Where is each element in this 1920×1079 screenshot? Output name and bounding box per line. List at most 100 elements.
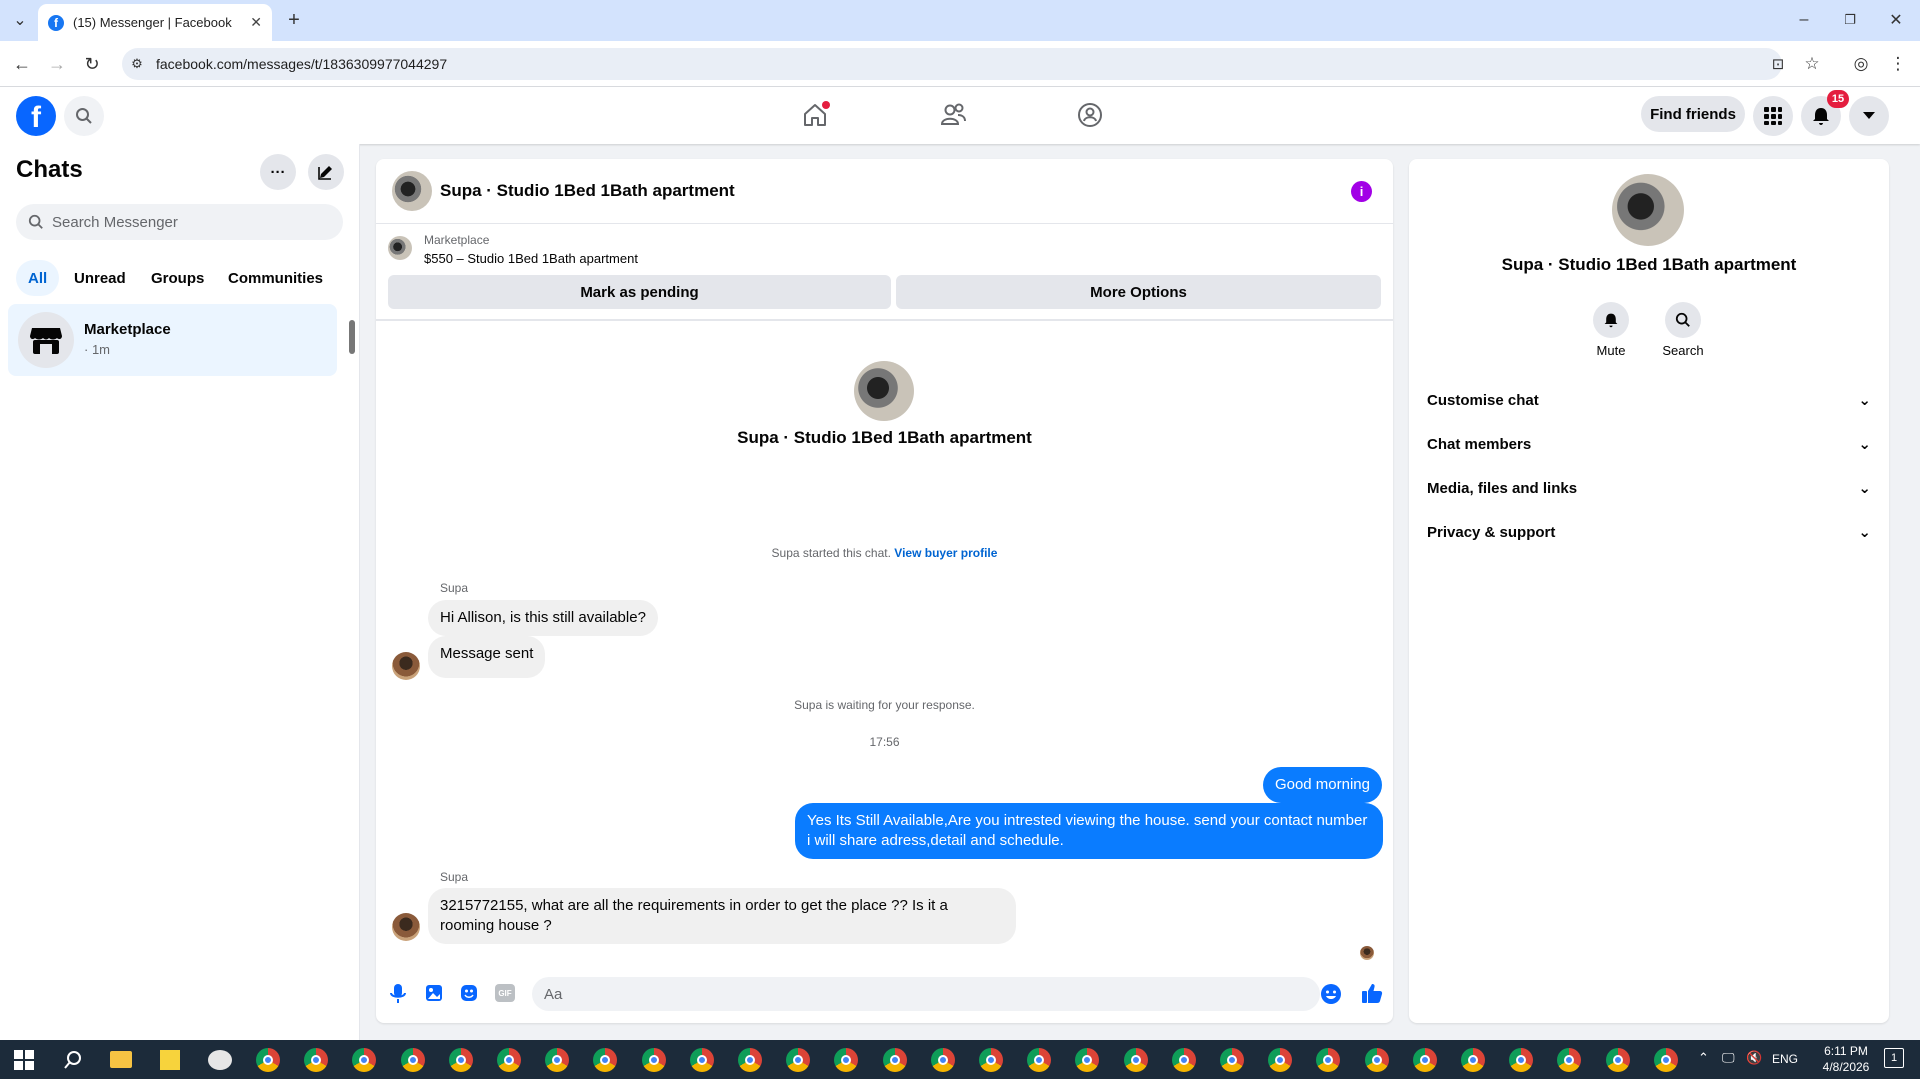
listing-detail[interactable]: $550 – Studio 1Bed 1Bath apartment — [424, 251, 638, 266]
mute-bell-icon[interactable] — [1593, 302, 1629, 338]
sticker-icon[interactable] — [459, 983, 479, 1003]
chrome-taskbar-icon[interactable] — [882, 1048, 907, 1072]
filter-groups[interactable]: Groups — [139, 260, 216, 296]
search-in-conversation-icon[interactable] — [1665, 302, 1701, 338]
details-avatar[interactable] — [1612, 174, 1684, 246]
waiting-note: Supa is waiting for your response. — [794, 698, 975, 712]
chrome-taskbar-icon[interactable] — [979, 1048, 1003, 1072]
close-window-icon[interactable]: ✕ — [1884, 8, 1908, 32]
new-message-icon[interactable] — [308, 154, 344, 190]
language-indicator[interactable]: ENG — [1772, 1052, 1798, 1066]
network-icon[interactable]: 🖵 — [1722, 1050, 1735, 1066]
chrome-taskbar-icon[interactable] — [1027, 1048, 1052, 1072]
message-input[interactable]: Aa — [532, 977, 1320, 1011]
conversation-info-icon[interactable]: i — [1351, 181, 1372, 202]
chrome-taskbar-icon[interactable] — [1605, 1048, 1630, 1072]
chrome-taskbar-icon[interactable] — [545, 1048, 570, 1072]
restore-icon[interactable]: ❐ — [1838, 8, 1862, 32]
sticky-notes-icon[interactable] — [160, 1050, 180, 1070]
view-buyer-profile-link[interactable]: View buyer profile — [894, 546, 997, 560]
outgoing-message[interactable]: Yes Its Still Available,Are you intreste… — [795, 803, 1383, 859]
more-options-button[interactable]: More Options — [896, 275, 1381, 309]
outgoing-message[interactable]: Good morning — [1262, 767, 1382, 803]
mute-label[interactable]: Mute — [1581, 343, 1641, 358]
gif-icon[interactable]: GIF — [495, 984, 515, 1002]
new-tab-icon[interactable]: + — [282, 8, 306, 32]
browser-menu-icon[interactable]: ⋮ — [1886, 52, 1910, 76]
bookmark-star-icon[interactable]: ☆ — [1800, 52, 1824, 76]
close-tab-icon[interactable]: ✕ — [250, 14, 262, 31]
chrome-taskbar-icon[interactable] — [1123, 1048, 1148, 1072]
site-settings-icon[interactable]: ⚙ — [128, 55, 146, 73]
section-chat-members[interactable]: Chat members ⌄ — [1425, 422, 1873, 466]
chrome-taskbar-icon[interactable] — [1268, 1048, 1293, 1072]
install-app-icon[interactable]: ⊡ — [1766, 52, 1790, 76]
sender-name: Supa — [440, 870, 469, 884]
chrome-taskbar-icon[interactable] — [400, 1048, 425, 1072]
groups-icon[interactable] — [1075, 100, 1105, 130]
chrome-taskbar-icon[interactable] — [1171, 1048, 1196, 1072]
incoming-message[interactable]: Hi Allison, is this still available? — [428, 600, 658, 636]
browser-tab[interactable]: f (15) Messenger | Facebook ✕ — [38, 4, 272, 41]
forward-icon[interactable]: → — [45, 52, 69, 76]
attach-photo-icon[interactable] — [424, 983, 444, 1003]
section-media-files-links[interactable]: Media, files and links ⌄ — [1425, 466, 1873, 510]
conversation-title[interactable]: Supa · Studio 1Bed 1Bath apartment — [440, 181, 735, 201]
tab-title: (15) Messenger | Facebook — [73, 15, 232, 30]
taskbar-search-icon[interactable] — [62, 1049, 84, 1071]
sidebar-scrollbar[interactable] — [349, 320, 355, 354]
search-label[interactable]: Search — [1653, 343, 1713, 358]
facebook-logo-icon[interactable]: f — [16, 96, 56, 136]
file-explorer-icon[interactable] — [110, 1051, 132, 1068]
home-icon[interactable] — [800, 100, 830, 130]
tab-search-chevron-icon[interactable]: ⌄ — [8, 8, 32, 32]
chrome-taskbar-icon[interactable] — [689, 1048, 714, 1072]
menu-grid-icon[interactable] — [1753, 96, 1793, 136]
filter-unread[interactable]: Unread — [62, 260, 138, 296]
mark-as-pending-button[interactable]: Mark as pending — [388, 275, 891, 309]
section-customise-chat[interactable]: Customise chat ⌄ — [1425, 378, 1873, 422]
conversation-avatar[interactable] — [392, 171, 432, 211]
chrome-taskbar-icon[interactable] — [448, 1048, 473, 1072]
chrome-taskbar-icon[interactable] — [497, 1048, 521, 1072]
chrome-taskbar-icon[interactable] — [1509, 1048, 1534, 1072]
profile-avatar[interactable] — [854, 361, 914, 421]
more-options-icon[interactable]: ··· — [260, 154, 296, 190]
action-center-icon[interactable]: 1 — [1884, 1048, 1904, 1068]
microphone-icon[interactable] — [388, 982, 408, 1006]
volume-muted-icon[interactable]: 🔇 — [1746, 1050, 1762, 1066]
chrome-taskbar-icon[interactable] — [786, 1048, 811, 1072]
emoji-icon[interactable] — [1320, 983, 1342, 1005]
chrome-taskbar-icon[interactable] — [641, 1048, 666, 1072]
find-friends-button[interactable]: Find friends — [1641, 96, 1745, 132]
chrome-taskbar-icon[interactable] — [1364, 1048, 1389, 1072]
chrome-taskbar-icon[interactable] — [1220, 1048, 1244, 1072]
section-privacy-support[interactable]: Privacy & support ⌄ — [1425, 510, 1873, 554]
chrome-taskbar-icon[interactable] — [256, 1048, 280, 1072]
clock[interactable]: 6:11 PM 4/8/2026 — [1816, 1043, 1876, 1075]
filter-all[interactable]: All — [16, 260, 60, 296]
chrome-taskbar-icon[interactable] — [1412, 1048, 1437, 1072]
filter-communities[interactable]: Communities — [216, 260, 335, 296]
chrome-taskbar-icon[interactable] — [930, 1048, 955, 1072]
paint-icon[interactable] — [208, 1050, 232, 1070]
profile-icon[interactable]: ◎ — [1849, 52, 1873, 76]
chrome-taskbar-icon[interactable] — [1461, 1048, 1485, 1072]
search-messenger-input[interactable]: Search Messenger — [16, 204, 343, 240]
windows-start-icon[interactable] — [14, 1050, 34, 1070]
chrome-taskbar-icon[interactable] — [1653, 1048, 1678, 1072]
incoming-message[interactable]: Message sent — [428, 636, 546, 678]
address-bar[interactable]: facebook.com/messages/t/1836309977044297 — [122, 48, 1782, 80]
incoming-message[interactable]: 3215772155, what are all the requirement… — [428, 888, 1016, 944]
profile-name: Supa · Studio 1Bed 1Bath apartment — [737, 428, 1032, 447]
chrome-taskbar-icon[interactable] — [738, 1048, 762, 1072]
thumbs-up-icon[interactable] — [1360, 981, 1384, 1005]
search-icon[interactable] — [64, 96, 104, 136]
show-hidden-icons-icon[interactable]: ⌃ — [1698, 1050, 1709, 1066]
chrome-taskbar-icon[interactable] — [304, 1048, 329, 1072]
minimize-icon[interactable]: – — [1792, 8, 1816, 32]
back-icon[interactable]: ← — [10, 52, 34, 76]
friends-icon[interactable] — [938, 100, 968, 130]
account-chevron-icon[interactable] — [1849, 96, 1889, 136]
reload-icon[interactable]: ↻ — [80, 52, 104, 76]
